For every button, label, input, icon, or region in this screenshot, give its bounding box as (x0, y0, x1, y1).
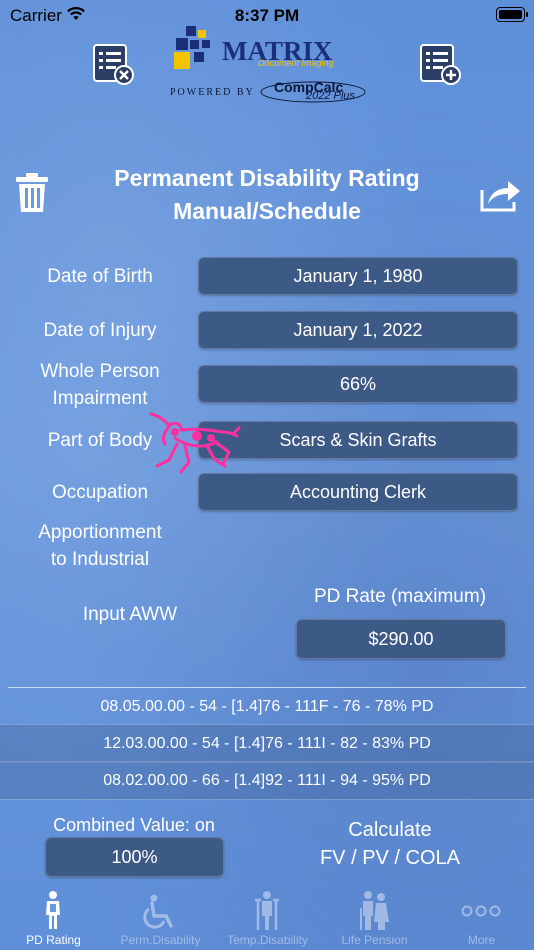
pink-horse-icon (149, 412, 241, 474)
rating-row-1[interactable]: 08.05.00.00 - 54 - [1.4]76 - 111F - 76 -… (0, 688, 534, 725)
status-time: 8:37 PM (234, 6, 300, 25)
matrix-logo: MATRIX Document Imaging (172, 26, 362, 76)
wpi-field[interactable]: 66% (198, 365, 518, 403)
battery-icon (496, 7, 528, 22)
dob-field[interactable]: January 1, 1980 (198, 257, 518, 295)
doi-field[interactable]: January 1, 2022 (198, 311, 518, 349)
pob-field[interactable]: Scars & Skin Grafts (198, 421, 518, 459)
occupation-field[interactable]: Accounting Clerk (198, 473, 518, 511)
crutches-icon (255, 891, 279, 930)
tab-pd-rating-label: PD Rating (26, 933, 81, 947)
rating-row-2[interactable]: 12.03.00.00 - 54 - [1.4]76 - 111I - 82 -… (0, 724, 534, 763)
more-dots-icon (461, 905, 501, 917)
wpi-label-line1: Whole Person (40, 361, 160, 382)
page-title: Permanent Disability Rating Manual/Sched… (0, 162, 534, 228)
doi-label: Date of Injury (43, 320, 157, 341)
occupation-label: Occupation (51, 482, 149, 503)
pd-rate-field[interactable]: $290.00 (296, 619, 506, 659)
calculate-line1: Calculate (348, 819, 432, 841)
calculate-line2: FV / PV / COLA (319, 847, 461, 869)
apportionment-label: Apportionment to Industrial (0, 519, 200, 573)
share-icon[interactable] (480, 178, 522, 212)
apportionment-label-line2: to Industrial (50, 549, 150, 570)
calculate-button[interactable]: Calculate FV / PV / COLA (300, 816, 480, 872)
add-form-icon[interactable] (420, 44, 462, 86)
compcalc-version: 2022 Plus (306, 90, 355, 102)
logo-squares-icon (174, 26, 210, 69)
compcalc-logo: CompCalc 2022 Plus (258, 78, 368, 104)
person-figure-icon (46, 891, 60, 929)
page-title-line2: Manual/Schedule (173, 198, 361, 224)
page-title-line1: Permanent Disability Rating (114, 165, 420, 191)
tab-more-label: More (467, 933, 496, 947)
aww-label[interactable]: Input AWW (30, 601, 230, 628)
dob-label: Date of Birth (47, 266, 153, 287)
tab-life-pension-label: Life Pension (341, 933, 408, 947)
tab-bar: PD Rating Perm.Disability Temp.Disabilit… (0, 888, 534, 950)
wpi-label: Whole Person Impairment (0, 358, 200, 412)
tab-temp-disability-label: Temp.Disability (227, 933, 308, 947)
logo-subtext: Document Imaging (258, 58, 334, 68)
elderly-couple-icon (360, 891, 389, 930)
apportionment-label-line1: Apportionment (38, 522, 162, 543)
rating-row-3[interactable]: 08.02.00.00 - 66 - [1.4]92 - 111I - 94 -… (0, 761, 534, 800)
clear-form-icon[interactable] (93, 44, 135, 86)
powered-by-label: POWERED BY (170, 87, 255, 98)
wheelchair-icon (143, 894, 173, 929)
tab-perm-disability-label: Perm.Disability (120, 933, 201, 947)
pd-rate-label: PD Rate (maximum) (313, 586, 487, 607)
combined-field[interactable]: 100% (45, 837, 224, 877)
combined-label: Combined Value: on (53, 815, 215, 835)
